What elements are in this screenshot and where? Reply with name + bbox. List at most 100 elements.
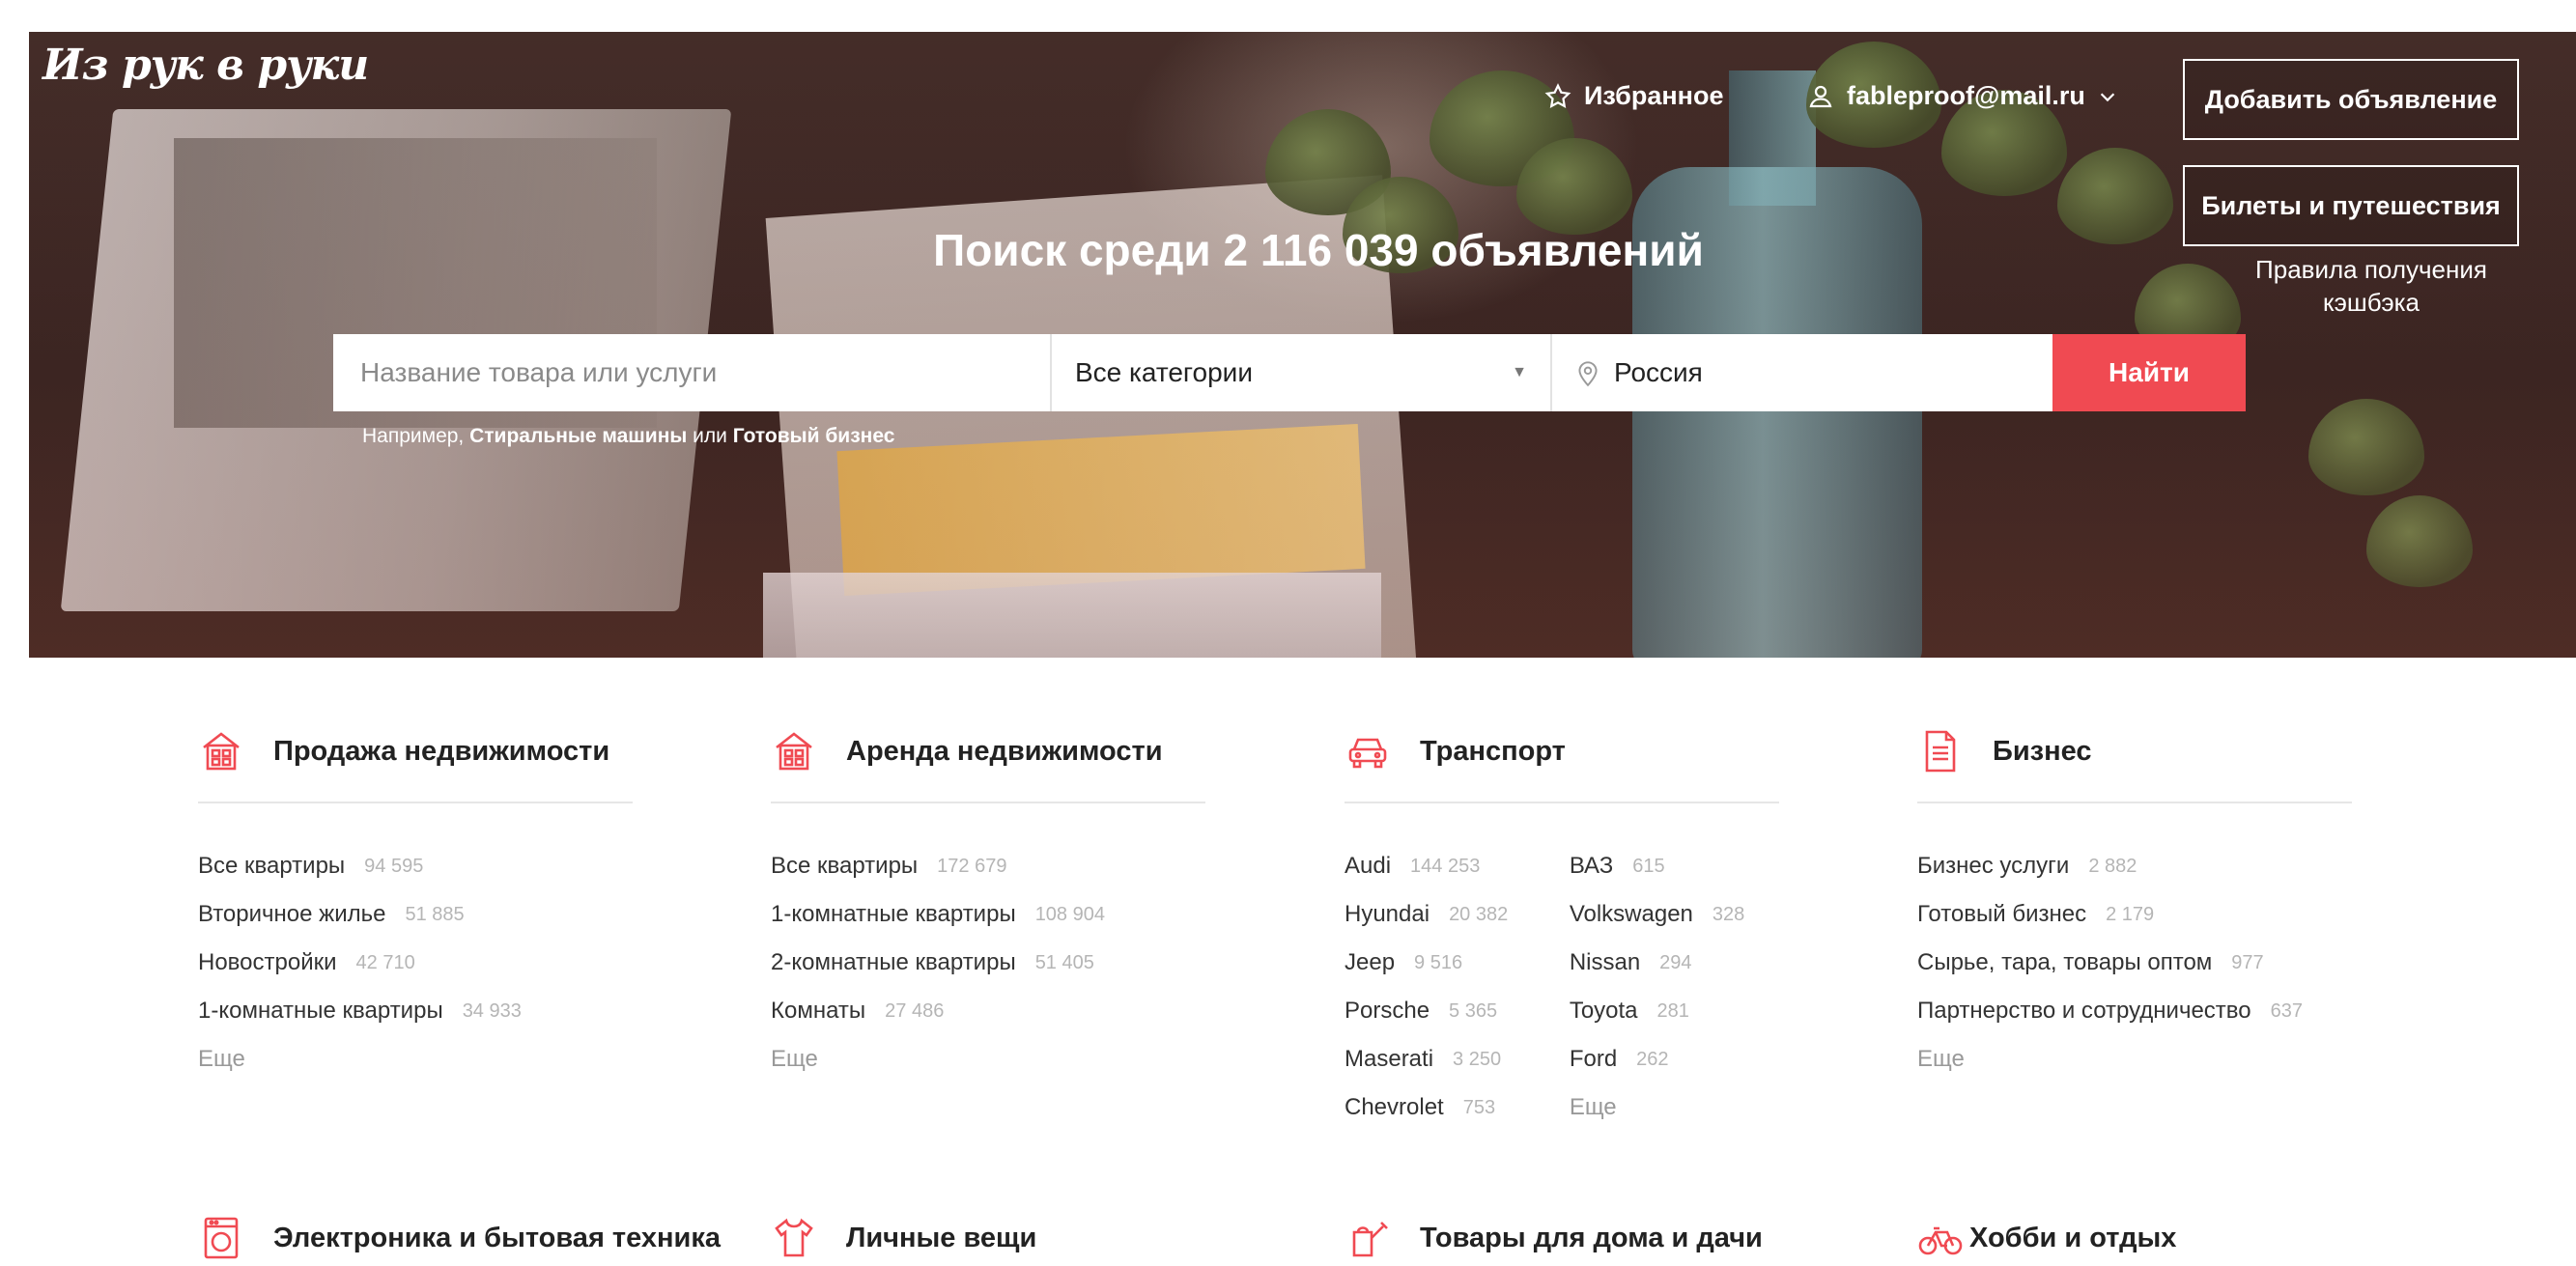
list-item[interactable]: Jeep 9 516: [1345, 939, 1570, 987]
list-item[interactable]: Ford 262: [1570, 1035, 1779, 1083]
add-listing-button[interactable]: Добавить объявление: [2183, 59, 2519, 140]
list-item-label[interactable]: Новостройки: [198, 949, 337, 976]
category-business: Бизнес Бизнес услуги 2 882 Готовый бизнес…: [1917, 724, 2352, 1083]
list-item[interactable]: Nissan 294: [1570, 939, 1779, 987]
list-item[interactable]: 1-комнатные квартиры 108 904: [771, 890, 1205, 939]
site-logo[interactable]: Из рук в руки: [42, 41, 369, 90]
list-item-label[interactable]: Партнерство и сотрудничество: [1917, 998, 2251, 1025]
list-item[interactable]: Maserati 3 250: [1345, 1035, 1570, 1083]
watering-can-icon: [1352, 1222, 1388, 1257]
list-item-label[interactable]: Hyundai: [1345, 901, 1430, 928]
favorites-link[interactable]: Избранное: [1543, 81, 1723, 111]
category-select-value: Все категории: [1075, 357, 1253, 387]
list-item-label[interactable]: Chevrolet: [1345, 1094, 1444, 1121]
category-hobby: Хобби и отдых: [1917, 1215, 2176, 1261]
list-item[interactable]: Сырье, тара, товары оптом 977: [1917, 939, 2352, 987]
search-bar: Все категории ▼ Россия Найти: [333, 334, 2246, 411]
list-item-count: 753: [1462, 1096, 1496, 1118]
divider: [198, 802, 633, 803]
category-real-estate-rent: Аренда недвижимости Все квартиры 172 679 …: [771, 724, 1205, 1083]
list-item[interactable]: ВАЗ 615: [1570, 842, 1779, 890]
favorites-label: Избранное: [1584, 81, 1724, 110]
category-title[interactable]: Электроника и бытовая техника: [273, 1223, 721, 1254]
list-item-label[interactable]: Все квартиры: [198, 853, 345, 880]
list-item-count: 172 679: [937, 855, 1007, 877]
category-title[interactable]: Аренда недвижимости: [846, 736, 1163, 768]
more-link[interactable]: Еще: [771, 1035, 1205, 1083]
list-item-count: 5 365: [1449, 999, 1498, 1022]
user-menu[interactable]: fableproof@mail.ru: [1806, 81, 2118, 111]
divider: [1917, 802, 2352, 803]
category-title[interactable]: Бизнес: [1993, 736, 2091, 768]
list-item-label[interactable]: 1-комнатные квартиры: [771, 901, 1016, 928]
category-title[interactable]: Продажа недвижимости: [273, 736, 609, 768]
list-item-label[interactable]: Все квартиры: [771, 853, 918, 880]
category-personal-items: Личные вещи: [771, 1215, 1036, 1261]
list-item[interactable]: Hyundai 20 382: [1345, 890, 1570, 939]
list-item[interactable]: Audi 144 253: [1345, 842, 1570, 890]
list-item-label[interactable]: Готовый бизнес: [1917, 901, 2086, 928]
list-item[interactable]: Вторичное жилье 51 885: [198, 890, 633, 939]
list-item-count: 294: [1659, 951, 1692, 973]
list-item[interactable]: Chevrolet 753: [1345, 1083, 1570, 1132]
search-input[interactable]: [333, 334, 1050, 411]
category-title[interactable]: Товары для дома и дачи: [1420, 1223, 1763, 1254]
list-item-count: 615: [1632, 855, 1665, 877]
list-item-label[interactable]: Вторичное жилье: [198, 901, 385, 928]
list-item-label[interactable]: Porsche: [1345, 998, 1430, 1025]
list-item[interactable]: Готовый бизнес 2 179: [1917, 890, 2352, 939]
list-item-count: 281: [1656, 999, 1689, 1022]
list-item-count: 262: [1636, 1048, 1669, 1070]
location-field[interactable]: Россия: [1550, 334, 2052, 411]
list-item-count: 27 486: [885, 999, 945, 1022]
list-item-label[interactable]: Ford: [1570, 1046, 1617, 1073]
list-item[interactable]: Комнаты 27 486: [771, 987, 1205, 1035]
category-select[interactable]: Все категории ▼: [1050, 334, 1550, 411]
list-item-label[interactable]: Nissan: [1570, 949, 1640, 976]
more-link[interactable]: Еще: [1570, 1083, 1779, 1132]
category-transport: Транспорт Audi 144 253 Hyundai 20 382 Jeep…: [1345, 724, 1779, 1132]
list-item-label[interactable]: Maserati: [1345, 1046, 1433, 1073]
category-title[interactable]: Личные вещи: [846, 1223, 1036, 1254]
list-item[interactable]: Все квартиры 94 595: [198, 842, 633, 890]
list-item[interactable]: 1-комнатные квартиры 34 933: [198, 987, 633, 1035]
house-icon: [203, 732, 240, 771]
list-item-label[interactable]: Jeep: [1345, 949, 1395, 976]
example-or: или: [693, 425, 727, 447]
list-item[interactable]: Toyota 281: [1570, 987, 1779, 1035]
category-electronics: Электроника и бытовая техника: [198, 1215, 721, 1261]
more-link[interactable]: Еще: [198, 1035, 633, 1083]
list-item-label[interactable]: Audi: [1345, 853, 1391, 880]
car-icon: [1348, 738, 1387, 769]
list-item-label[interactable]: 2-комнатные квартиры: [771, 949, 1016, 976]
list-item-label[interactable]: ВАЗ: [1570, 853, 1613, 880]
more-link[interactable]: Еще: [1917, 1035, 2352, 1083]
list-item-label[interactable]: 1-комнатные квартиры: [198, 998, 443, 1025]
list-item[interactable]: Все квартиры 172 679: [771, 842, 1205, 890]
list-item-count: 977: [2231, 951, 2264, 973]
category-title[interactable]: Хобби и отдых: [1969, 1223, 2176, 1254]
example-link-ready-business[interactable]: Готовый бизнес: [733, 425, 895, 447]
category-real-estate-sale: Продажа недвижимости Все квартиры 94 595 …: [198, 724, 633, 1083]
list-item[interactable]: Партнерство и сотрудничество 637: [1917, 987, 2352, 1035]
list-item[interactable]: Porsche 5 365: [1345, 987, 1570, 1035]
search-button[interactable]: Найти: [2052, 334, 2246, 411]
user-email: fableproof@mail.ru: [1847, 81, 2085, 110]
location-value: Россия: [1614, 357, 1703, 387]
category-title[interactable]: Транспорт: [1420, 736, 1566, 768]
list-item-label[interactable]: Бизнес услуги: [1917, 853, 2069, 880]
list-item[interactable]: Новостройки 42 710: [198, 939, 633, 987]
category-home-garden: Товары для дома и дачи: [1345, 1215, 1763, 1261]
list-item-label[interactable]: Комнаты: [771, 998, 865, 1025]
list-item-count: 2 179: [2106, 903, 2155, 925]
house-icon: [776, 732, 812, 771]
list-item-label[interactable]: Toyota: [1570, 998, 1638, 1025]
list-item[interactable]: Бизнес услуги 2 882: [1917, 842, 2352, 890]
example-link-washing-machines[interactable]: Стиральные машины: [469, 425, 687, 447]
list-item-label[interactable]: Volkswagen: [1570, 901, 1693, 928]
list-item-count: 9 516: [1414, 951, 1463, 973]
list-item-label[interactable]: Сырье, тара, товары оптом: [1917, 949, 2212, 976]
list-item[interactable]: Volkswagen 328: [1570, 890, 1779, 939]
tshirt-icon: [775, 1218, 813, 1257]
list-item[interactable]: 2-комнатные квартиры 51 405: [771, 939, 1205, 987]
